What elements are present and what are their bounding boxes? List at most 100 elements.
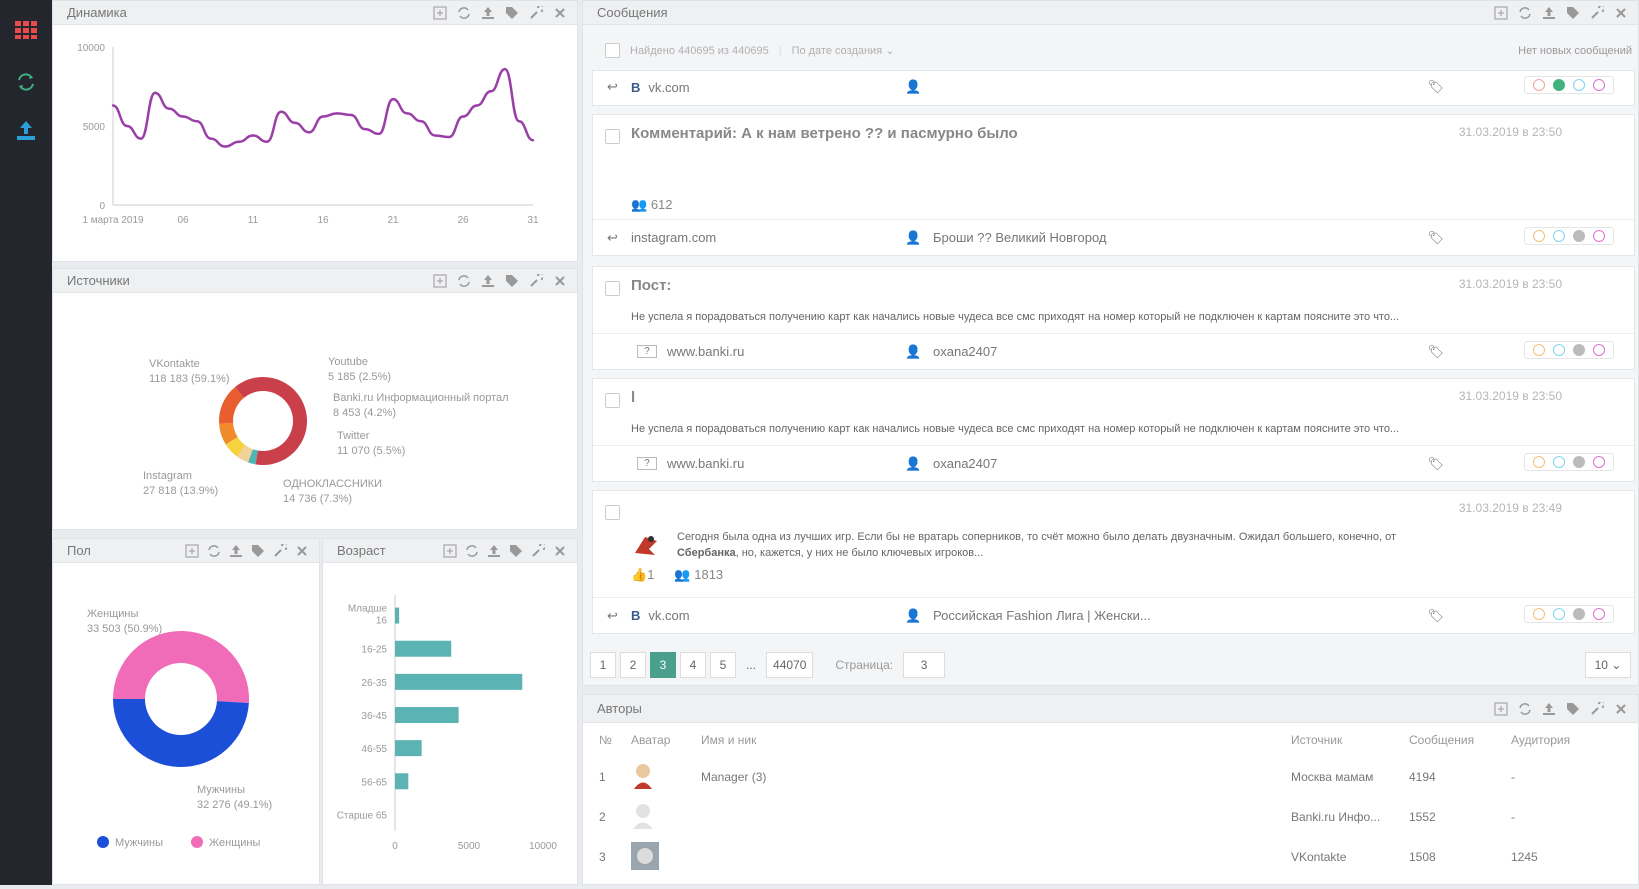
- message-title[interactable]: Пост:: [631, 277, 671, 294]
- message-author[interactable]: Российская Fashion Лига | Женски...: [933, 608, 1151, 623]
- export-icon[interactable]: [487, 544, 501, 558]
- message-author[interactable]: oxana2407: [933, 456, 997, 471]
- status-circle[interactable]: [1593, 230, 1605, 242]
- status-circle[interactable]: [1553, 230, 1565, 242]
- reply-icon[interactable]: ↩: [607, 230, 631, 246]
- add-widget-icon[interactable]: [1494, 702, 1508, 716]
- close-icon[interactable]: [553, 544, 567, 558]
- status-circles[interactable]: [1524, 341, 1614, 359]
- status-circle[interactable]: [1573, 344, 1585, 356]
- close-icon[interactable]: [1614, 702, 1628, 716]
- author-name[interactable]: [693, 797, 1283, 837]
- settings-wrench-icon[interactable]: [529, 5, 543, 20]
- settings-wrench-icon[interactable]: [1590, 5, 1604, 20]
- table-row[interactable]: 2 Banki.ru Инфо... 1552 -: [583, 797, 1638, 837]
- reply-icon[interactable]: ↩: [607, 608, 631, 624]
- add-widget-icon[interactable]: [433, 274, 447, 288]
- status-circle[interactable]: [1573, 608, 1585, 620]
- page-button-current[interactable]: 3: [650, 652, 676, 678]
- status-circle[interactable]: [1533, 608, 1545, 620]
- status-circle[interactable]: [1553, 456, 1565, 468]
- export-icon[interactable]: [481, 274, 495, 288]
- status-circle[interactable]: [1533, 344, 1545, 356]
- reply-icon[interactable]: ↩: [607, 79, 631, 95]
- status-circle[interactable]: [1553, 608, 1565, 620]
- message-source[interactable]: vk.com: [648, 80, 689, 95]
- tag-icon[interactable]: [1566, 6, 1580, 20]
- message-checkbox[interactable]: [605, 281, 620, 296]
- table-row[interactable]: 1 Manager (3) Москва мамам 4194 -: [583, 757, 1638, 797]
- status-circle[interactable]: [1593, 79, 1605, 91]
- message-author[interactable]: oxana2407: [933, 344, 997, 359]
- refresh-icon[interactable]: [1518, 6, 1532, 20]
- status-circle[interactable]: [1533, 456, 1545, 468]
- close-icon[interactable]: [1614, 6, 1628, 20]
- sort-dropdown[interactable]: По дате создания ⌄: [792, 44, 895, 57]
- page-button[interactable]: 2: [620, 652, 646, 678]
- status-circles[interactable]: [1524, 76, 1614, 94]
- page-button[interactable]: 5: [710, 652, 736, 678]
- status-circle[interactable]: [1573, 79, 1585, 91]
- status-circle[interactable]: [1593, 344, 1605, 356]
- tag-icon[interactable]: [505, 274, 519, 288]
- tag-icon[interactable]: 🏷: [1427, 79, 1444, 95]
- page-button-last[interactable]: 44070: [766, 652, 814, 678]
- refresh-icon[interactable]: [14, 70, 38, 94]
- message-checkbox[interactable]: [605, 505, 620, 520]
- author-name[interactable]: [693, 837, 1283, 877]
- tag-icon[interactable]: 🏷: [1427, 456, 1444, 472]
- tag-icon[interactable]: 🏷: [1427, 230, 1444, 246]
- message-source[interactable]: www.banki.ru: [667, 456, 744, 471]
- page-input[interactable]: 3: [903, 652, 946, 678]
- settings-wrench-icon[interactable]: [529, 273, 543, 288]
- settings-wrench-icon[interactable]: [1590, 701, 1604, 716]
- table-row[interactable]: 3 VKontakte 1508 1245: [583, 837, 1638, 877]
- per-page-select[interactable]: 10 ⌄: [1585, 652, 1631, 678]
- tag-icon[interactable]: [509, 544, 523, 558]
- message-author[interactable]: Броши ?? Великий Новгород: [933, 230, 1106, 245]
- tag-icon[interactable]: 🏷: [1427, 608, 1444, 624]
- tag-icon[interactable]: [251, 544, 265, 558]
- message-checkbox[interactable]: [605, 129, 620, 144]
- column-header[interactable]: №: [583, 723, 623, 757]
- status-circle[interactable]: [1553, 344, 1565, 356]
- status-circles[interactable]: [1524, 227, 1614, 245]
- close-icon[interactable]: [553, 274, 567, 288]
- column-header[interactable]: Сообщения: [1401, 723, 1503, 757]
- export-icon[interactable]: [1542, 6, 1556, 20]
- message-source[interactable]: www.banki.ru: [667, 344, 744, 359]
- tag-icon[interactable]: 🏷: [1427, 344, 1444, 360]
- message-source[interactable]: vk.com: [648, 608, 689, 623]
- add-widget-icon[interactable]: [433, 6, 447, 20]
- grid-icon[interactable]: [14, 18, 38, 42]
- export-icon[interactable]: [1542, 702, 1556, 716]
- message-checkbox[interactable]: [605, 393, 620, 408]
- column-header[interactable]: Аватар: [623, 723, 693, 757]
- status-circles[interactable]: [1524, 453, 1614, 471]
- status-circle[interactable]: [1553, 79, 1565, 91]
- settings-wrench-icon[interactable]: [531, 543, 545, 558]
- column-header[interactable]: Аудитория: [1503, 723, 1638, 757]
- status-circle[interactable]: [1593, 608, 1605, 620]
- add-widget-icon[interactable]: [185, 544, 199, 558]
- tag-icon[interactable]: [505, 6, 519, 20]
- page-button[interactable]: 1: [590, 652, 616, 678]
- tag-icon[interactable]: [1566, 702, 1580, 716]
- upload-icon[interactable]: [14, 118, 38, 142]
- export-icon[interactable]: [229, 544, 243, 558]
- add-widget-icon[interactable]: [443, 544, 457, 558]
- message-title[interactable]: Комментарий: А к нам ветрено ?? и пасмур…: [631, 125, 1018, 142]
- refresh-icon[interactable]: [465, 544, 479, 558]
- add-widget-icon[interactable]: [1494, 6, 1508, 20]
- refresh-icon[interactable]: [457, 274, 471, 288]
- status-circle[interactable]: [1533, 79, 1545, 91]
- status-circle[interactable]: [1593, 456, 1605, 468]
- message-title[interactable]: l: [631, 389, 635, 406]
- status-circle[interactable]: [1533, 230, 1545, 242]
- status-circle[interactable]: [1573, 456, 1585, 468]
- column-header[interactable]: Источник: [1283, 723, 1401, 757]
- message-source[interactable]: instagram.com: [631, 230, 716, 245]
- select-all-checkbox[interactable]: [605, 43, 620, 58]
- author-name[interactable]: Manager (3): [693, 757, 1283, 797]
- close-icon[interactable]: [553, 6, 567, 20]
